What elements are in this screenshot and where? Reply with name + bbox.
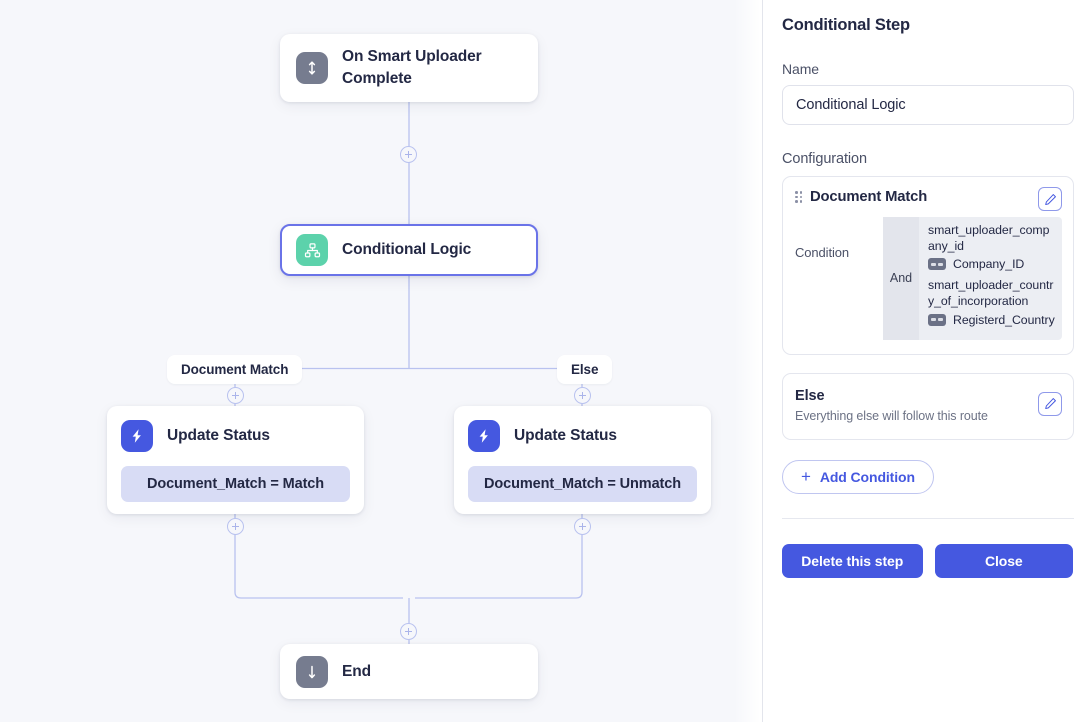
node-title: Update Status — [514, 427, 617, 444]
add-step-button-4[interactable] — [227, 518, 244, 535]
node-on-smart-uploader-complete[interactable]: On Smart Uploader Complete — [280, 34, 538, 102]
edit-else-button[interactable] — [1038, 391, 1062, 416]
node-title: End — [342, 662, 371, 680]
add-condition-label: Add Condition — [819, 468, 915, 485]
page-title: Conditional Step — [782, 16, 910, 34]
add-step-button-2[interactable] — [227, 387, 244, 404]
rule-field: smart_uploader_country_of_incorporation — [928, 278, 1054, 309]
condition-card-document-match[interactable]: Document Match Condition And smart_uploa… — [782, 176, 1074, 355]
delete-step-button[interactable]: Delete this step — [782, 543, 923, 578]
node-conditional-logic[interactable]: Conditional Logic — [280, 224, 538, 276]
condition-card-header: Document Match — [795, 189, 1061, 205]
workflow-canvas[interactable]: On Smart Uploader Complete Conditional L… — [0, 0, 760, 722]
add-step-button-3[interactable] — [574, 387, 591, 404]
equals-icon — [928, 313, 946, 326]
node-title: On Smart Uploader Complete — [342, 48, 482, 87]
add-step-button-5[interactable] — [574, 518, 591, 535]
node-chip: Document_Match = Match — [121, 466, 350, 502]
condition-rule: smart_uploader_company_id Company_ID — [928, 223, 1055, 271]
rule-value: Registerd_Country — [953, 312, 1055, 327]
condition-operator: And — [883, 217, 919, 340]
close-button[interactable]: Close — [934, 543, 1073, 578]
branch-label-document-match: Document Match — [167, 355, 303, 384]
node-chip: Document_Match = Unmatch — [468, 466, 697, 502]
node-header: Update Status — [468, 420, 697, 452]
lightning-bolt-icon — [121, 420, 153, 452]
configuration-label: Configuration — [782, 151, 867, 167]
equals-icon — [928, 258, 946, 271]
condition-rule-list: smart_uploader_company_id Company_ID sma… — [919, 217, 1062, 340]
condition-expression: And smart_uploader_company_id Company_ID… — [883, 217, 1062, 340]
rule-field: smart_uploader_company_id — [928, 223, 1050, 253]
pencil-icon — [1044, 398, 1056, 410]
edit-condition-button[interactable] — [1038, 187, 1062, 211]
condition-card-title: Document Match — [810, 189, 928, 205]
arrow-down-icon — [296, 655, 328, 688]
name-label: Name — [782, 61, 819, 77]
workflow-edges — [234, 102, 583, 644]
else-card-subtitle: Everything else will follow this route — [795, 408, 988, 423]
panel-separator — [782, 517, 1074, 519]
else-card-title: Else — [795, 387, 825, 404]
conditional-step-panel: Conditional Step Name Configuration Docu… — [763, 0, 1087, 722]
add-step-button-1[interactable] — [400, 146, 417, 163]
rule-value: Company_ID — [953, 257, 1025, 272]
node-end[interactable]: End — [280, 644, 538, 699]
node-title: Conditional Logic — [342, 241, 472, 258]
node-title: Update Status — [167, 427, 270, 444]
branch-label-else: Else — [557, 355, 613, 384]
condition-body-label: Condition — [795, 245, 850, 260]
add-condition-button[interactable]: + Add Condition — [782, 459, 934, 494]
node-header: Update Status — [121, 420, 350, 452]
drag-handle-icon[interactable] — [795, 191, 803, 203]
panel-actions: Delete this step Close — [782, 543, 1073, 578]
rule-match: Registerd_Country — [928, 313, 1055, 327]
else-card[interactable]: Else Everything else will follow this ro… — [782, 372, 1074, 440]
lightning-bolt-icon — [468, 420, 500, 452]
name-input[interactable] — [782, 85, 1074, 125]
add-step-button-6[interactable] — [400, 623, 417, 640]
node-update-status-unmatch[interactable]: Update Status Document_Match = Unmatch — [454, 406, 711, 514]
sitemap-icon — [296, 234, 328, 266]
condition-card-body: Condition And smart_uploader_company_id … — [795, 217, 1062, 340]
arrow-up-down-icon — [296, 52, 328, 84]
condition-rule: smart_uploader_country_of_incorporation … — [928, 278, 1055, 327]
pencil-icon — [1044, 193, 1056, 205]
workflow-editor: On Smart Uploader Complete Conditional L… — [0, 0, 1087, 722]
node-update-status-match[interactable]: Update Status Document_Match = Match — [107, 406, 364, 514]
rule-match: Company_ID — [928, 257, 1055, 271]
plus-icon: + — [801, 467, 811, 487]
